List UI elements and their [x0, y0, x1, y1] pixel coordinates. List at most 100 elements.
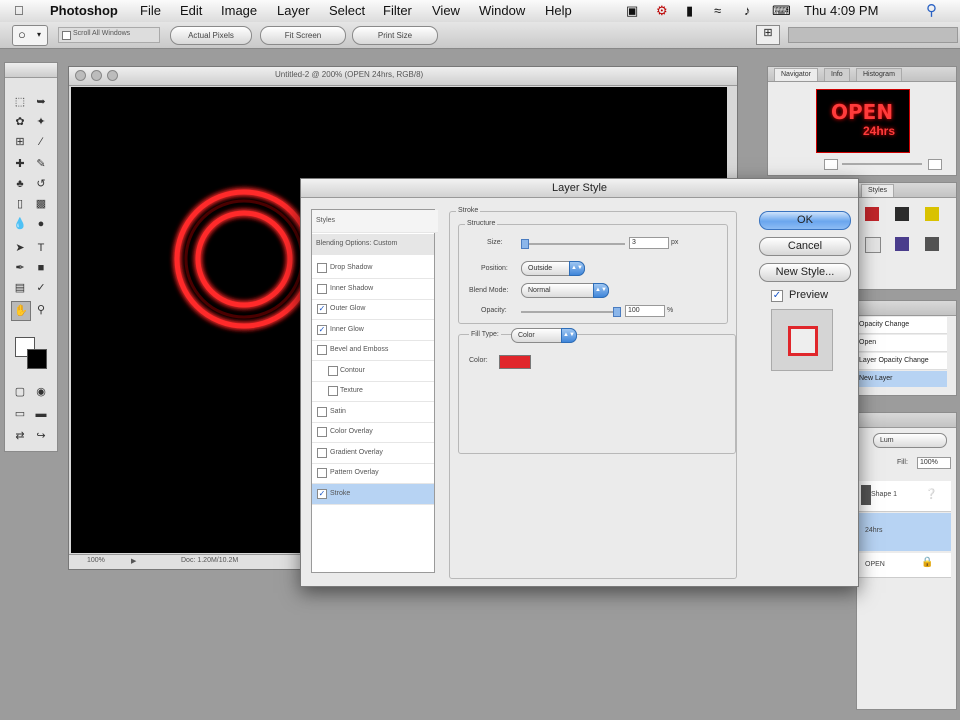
apple-icon[interactable]:  — [14, 3, 24, 18]
checkbox-icon[interactable] — [317, 283, 327, 294]
checkbox-icon[interactable] — [317, 263, 327, 273]
checkbox-icon[interactable] — [317, 406, 327, 417]
magic-wand-icon[interactable]: ✦ — [32, 113, 50, 131]
menu-file[interactable]: File — [140, 3, 161, 18]
background-color-swatch[interactable] — [27, 349, 47, 369]
checkbox-icon[interactable] — [317, 427, 327, 437]
palette-well[interactable] — [788, 27, 958, 43]
fill-field[interactable]: 100% — [917, 457, 951, 469]
minimize-icon[interactable] — [91, 70, 102, 81]
tab-styles[interactable]: Styles — [861, 184, 895, 197]
zoom-slider[interactable] — [842, 163, 922, 165]
menu-help[interactable]: Help — [545, 3, 572, 18]
zoom-icon[interactable] — [107, 70, 118, 81]
tab-info[interactable]: Info — [824, 68, 850, 81]
clock[interactable]: Thu 4:09 PM — [804, 3, 878, 18]
checkbox-checked-icon[interactable]: ✓ — [317, 324, 327, 335]
dodge-tool-icon[interactable]: ● — [32, 215, 50, 233]
layer-row-selected[interactable]: 24hrs — [859, 513, 951, 551]
screen-mode-icon[interactable]: ▭ — [11, 405, 29, 423]
spotlight-icon[interactable]: ⚲ — [926, 1, 937, 19]
print-size-button[interactable]: Print Size — [352, 26, 438, 45]
opacity-slider-thumb[interactable] — [613, 307, 621, 317]
history-item[interactable]: Layer Opacity Change — [859, 353, 947, 370]
size-slider-thumb[interactable] — [521, 239, 529, 249]
tab-histogram[interactable]: Histogram — [856, 68, 902, 81]
blend-mode-select[interactable]: Lum — [873, 433, 947, 448]
brush-tool-icon[interactable]: ✎ — [32, 155, 50, 173]
style-swatch[interactable] — [925, 237, 939, 251]
crop-tool-icon[interactable]: ⊞ — [11, 133, 29, 151]
history-item[interactable]: Opacity Change — [859, 317, 947, 334]
sync-icon[interactable]: ⚙ — [656, 3, 668, 19]
history-brush-icon[interactable]: ↺ — [32, 175, 50, 193]
position-select[interactable]: Outside ▲▼ — [521, 261, 585, 276]
quick-mask-icon[interactable]: ◉ — [32, 383, 50, 401]
style-swatch[interactable] — [895, 207, 909, 221]
notes-tool-icon[interactable]: ▤ — [11, 279, 29, 297]
tool-preset-picker[interactable]: ○ ▾ — [12, 25, 48, 46]
menu-image[interactable]: Image — [221, 3, 257, 18]
history-item[interactable]: Open — [859, 335, 947, 352]
checkbox-icon[interactable] — [317, 447, 327, 458]
effect-row[interactable]: Texture — [312, 381, 434, 402]
display-icon[interactable]: ▣ — [626, 3, 638, 19]
menu-view[interactable]: View — [432, 3, 460, 18]
eraser-tool-icon[interactable]: ▯ — [11, 195, 29, 213]
standard-mode-icon[interactable]: ▢ — [11, 383, 29, 401]
effect-row[interactable]: Gradient Overlay — [312, 443, 434, 464]
style-swatch[interactable] — [865, 207, 879, 221]
effect-row[interactable]: ✓ Inner Glow — [312, 320, 434, 341]
jump-icon[interactable]: ↪ — [32, 427, 50, 445]
eyedropper-icon[interactable]: ✓ — [32, 279, 50, 297]
stroke-color-swatch[interactable] — [499, 355, 531, 369]
effect-row[interactable]: Bevel and Emboss — [312, 340, 434, 361]
lasso-tool-icon[interactable]: ✿ — [11, 113, 29, 131]
layer-row[interactable]: Shape 1 ❔ — [859, 481, 951, 512]
style-swatch[interactable] — [865, 237, 881, 253]
status-menu-icon[interactable]: ▶ — [131, 557, 136, 565]
tab-navigator[interactable]: Navigator — [774, 68, 818, 81]
gradient-tool-icon[interactable]: ▩ — [32, 195, 50, 213]
app-menu[interactable]: Photoshop — [50, 3, 118, 18]
volume-icon[interactable]: ♪ — [744, 3, 751, 18]
size-field[interactable]: 3 — [629, 237, 669, 249]
style-swatch[interactable] — [895, 237, 909, 251]
effect-row[interactable]: Pattern Overlay — [312, 463, 434, 484]
full-screen-icon[interactable]: ▬ — [32, 405, 50, 423]
navigator-thumbnail[interactable]: OPEN 24hrs — [816, 89, 910, 153]
fill-type-select[interactable]: Color ▲▼ — [511, 328, 577, 343]
close-icon[interactable] — [75, 70, 86, 81]
size-slider[interactable] — [521, 243, 625, 245]
menu-edit[interactable]: Edit — [180, 3, 202, 18]
effect-row[interactable]: ✓ Stroke — [312, 483, 434, 505]
battery-icon[interactable]: ▮ — [686, 3, 693, 19]
menu-filter[interactable]: Filter — [383, 3, 412, 18]
effect-row[interactable]: Inner Shadow — [312, 279, 434, 300]
keyboard-icon[interactable]: ⌨ — [772, 3, 791, 19]
history-item-selected[interactable]: New Layer — [859, 371, 947, 387]
cancel-button[interactable]: Cancel — [759, 237, 851, 256]
document-titlebar[interactable]: Untitled-2 @ 200% (OPEN 24hrs, RGB/8) — [69, 67, 737, 86]
zoom-in-icon[interactable] — [928, 159, 942, 170]
layer-row[interactable]: OPEN 🔒 — [859, 553, 951, 578]
fit-screen-button[interactable]: Fit Screen — [260, 26, 346, 45]
slice-tool-icon[interactable]: ∕ — [32, 133, 50, 151]
actual-pixels-button[interactable]: Actual Pixels — [170, 26, 252, 45]
checkbox-checked-icon[interactable]: ✓ — [317, 488, 327, 499]
shape-tool-icon[interactable]: ■ — [32, 259, 50, 277]
zoom-out-icon[interactable] — [824, 159, 838, 170]
type-tool-icon[interactable]: T — [32, 239, 50, 257]
healing-brush-icon[interactable]: ✚ — [11, 155, 29, 173]
effect-row[interactable]: Contour — [312, 361, 434, 382]
opacity-field[interactable]: 100 — [625, 305, 665, 317]
blending-options[interactable]: Blending Options: Custom — [312, 234, 434, 255]
marquee-tool-icon[interactable]: ⬚ — [11, 93, 29, 111]
zoom-level[interactable]: 100% — [87, 557, 105, 564]
effect-row[interactable]: Satin — [312, 402, 434, 423]
wifi-icon[interactable]: ≈ — [714, 3, 721, 18]
effect-row[interactable]: Color Overlay — [312, 422, 434, 443]
effect-row[interactable]: Drop Shadow — [312, 258, 434, 279]
effect-row[interactable]: ✓ Outer Glow — [312, 299, 434, 320]
blend-mode-select[interactable]: Normal ▲▼ — [521, 283, 609, 298]
